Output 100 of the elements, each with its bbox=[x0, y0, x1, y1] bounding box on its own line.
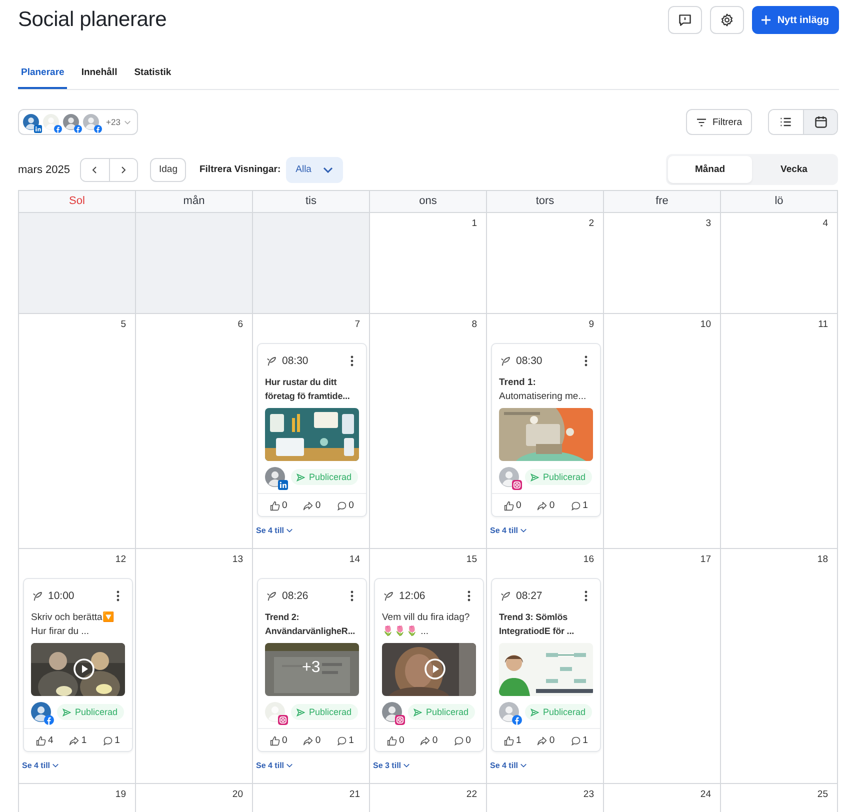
more-icon[interactable] bbox=[350, 590, 354, 602]
day-number: 3 bbox=[704, 217, 712, 231]
day-number: 17 bbox=[699, 553, 712, 567]
weekday-header: tis bbox=[253, 191, 370, 213]
filter-button[interactable]: Filtrera bbox=[686, 109, 752, 135]
see-more-link[interactable]: Se 4 till bbox=[490, 526, 528, 535]
comment-icon bbox=[336, 500, 347, 510]
day-cell[interactable]: 14 08:26 Trend 2: AnvändarvänligheR... +3 Publicerad 0 0 1 Se 4 till bbox=[253, 549, 370, 784]
play-icon[interactable] bbox=[73, 658, 95, 680]
day-cell[interactable] bbox=[136, 213, 253, 314]
chevron-right-icon bbox=[120, 166, 126, 174]
comment-count: 1 bbox=[348, 735, 354, 746]
day-cell[interactable]: 8 bbox=[370, 314, 487, 549]
more-icon[interactable] bbox=[467, 590, 471, 602]
quill-icon bbox=[500, 590, 511, 602]
day-number: 22 bbox=[465, 788, 478, 802]
see-more-link[interactable]: Se 4 till bbox=[256, 761, 294, 770]
more-icon[interactable] bbox=[350, 355, 354, 367]
day-cell[interactable]: 11 bbox=[721, 314, 838, 549]
day-cell[interactable]: 4 bbox=[721, 213, 838, 314]
day-cell[interactable]: 19 bbox=[19, 784, 136, 812]
tab[interactable]: Planerare bbox=[18, 62, 68, 89]
post-card[interactable]: 10:00 Skriv och berätta🔽 Hur firar du ... Publicerad 4 1 1 bbox=[23, 578, 133, 752]
day-cell[interactable]: 13 bbox=[136, 549, 253, 784]
today-button[interactable]: Idag bbox=[150, 158, 186, 182]
account-selector[interactable]: +23 bbox=[18, 109, 138, 135]
tab[interactable]: Statistik bbox=[131, 62, 174, 89]
day-number: 25 bbox=[816, 788, 829, 802]
more-icon[interactable] bbox=[116, 590, 120, 602]
more-icon[interactable] bbox=[584, 355, 588, 367]
day-number: 5 bbox=[120, 318, 127, 332]
avatar-icon bbox=[265, 702, 285, 722]
post-title: Skriv och berätta🔽 Hur firar du ... bbox=[30, 610, 116, 638]
month-label: mars 2025 bbox=[18, 164, 70, 176]
post-time: 08:30 bbox=[282, 355, 308, 367]
new-post-button[interactable]: Nytt inlägg bbox=[752, 6, 839, 34]
day-cell[interactable]: 1 bbox=[370, 213, 487, 314]
send-icon bbox=[296, 708, 305, 716]
day-number: 19 bbox=[114, 788, 127, 802]
post-card[interactable]: 08:27 Trend 3: Sömlös IntegratiodE för ... Publicerad 1 0 1 bbox=[491, 578, 601, 752]
weekday-header: ons bbox=[370, 191, 487, 213]
post-card[interactable]: 08:30 Trend 1: Automatisering me... Publicerad 0 0 1 bbox=[491, 343, 601, 517]
instagram-icon bbox=[278, 715, 288, 725]
day-cell[interactable]: 23 bbox=[487, 784, 604, 812]
filter-label: Filtrera Visningar: bbox=[199, 164, 281, 175]
see-more-link[interactable]: Se 4 till bbox=[256, 526, 294, 535]
day-cell[interactable]: 20 bbox=[136, 784, 253, 812]
facebook-icon bbox=[512, 715, 522, 725]
post-card[interactable]: 08:26 Trend 2: AnvändarvänligheR... +3 Publicerad 0 0 1 bbox=[257, 578, 367, 752]
like-count: 0 bbox=[282, 500, 288, 511]
post-card[interactable]: 12:06 Vem vill du fira idag? 🌷🌷🌷 ... Publicerad 0 0 0 bbox=[374, 578, 484, 752]
view-mode-tab[interactable]: Vecka bbox=[752, 156, 836, 183]
day-cell[interactable] bbox=[19, 213, 136, 314]
more-accounts-count: +23 bbox=[106, 117, 120, 127]
view-filter-select[interactable]: Alla bbox=[286, 156, 344, 182]
facebook-icon bbox=[94, 125, 102, 133]
see-more-link[interactable]: Se 4 till bbox=[22, 761, 60, 770]
calendar-view-button[interactable] bbox=[803, 110, 837, 134]
quill-icon bbox=[500, 356, 511, 366]
day-cell[interactable]: 22 bbox=[370, 784, 487, 812]
feedback-button[interactable] bbox=[668, 6, 702, 34]
comment-icon bbox=[570, 736, 581, 746]
send-icon bbox=[530, 708, 539, 716]
day-cell[interactable]: 10 bbox=[604, 314, 721, 549]
status-label: Publicerad bbox=[309, 707, 352, 717]
day-number: 1 bbox=[470, 217, 478, 231]
like-count: 0 bbox=[399, 735, 404, 746]
view-mode-tab[interactable]: Månad bbox=[668, 156, 752, 183]
post-card[interactable]: 08:30 Hur rustar du ditt företag fö framtide... Publicerad 0 0 0 bbox=[257, 343, 367, 517]
day-cell[interactable]: 21 bbox=[253, 784, 370, 812]
share-icon bbox=[420, 736, 430, 746]
more-icon[interactable] bbox=[584, 590, 588, 602]
day-cell[interactable]: 18 bbox=[721, 549, 838, 784]
share-icon bbox=[537, 736, 548, 746]
day-cell[interactable]: 24 bbox=[604, 784, 721, 812]
day-cell[interactable]: 17 bbox=[604, 549, 721, 784]
day-cell[interactable]: 15 12:06 Vem vill du fira idag? 🌷🌷🌷 ... Publicerad 0 0 0 Se 3 till bbox=[370, 549, 487, 784]
day-cell[interactable]: 6 bbox=[136, 314, 253, 549]
day-cell[interactable]: 7 08:30 Hur rustar du ditt företag fö framtide... Publicerad 0 0 0 Se 4 till bbox=[253, 314, 370, 549]
play-icon[interactable] bbox=[424, 658, 446, 680]
see-more-link[interactable]: Se 4 till bbox=[490, 761, 528, 770]
chevron-left-icon bbox=[92, 166, 98, 174]
day-cell[interactable] bbox=[253, 213, 370, 314]
see-more-link[interactable]: Se 3 till bbox=[373, 761, 410, 770]
instagram-icon bbox=[512, 480, 522, 490]
day-number: 14 bbox=[348, 553, 361, 567]
tab[interactable]: Innehåll bbox=[78, 62, 120, 89]
day-cell[interactable]: 9 08:30 Trend 1: Automatisering me... Publicerad 0 0 1 Se 4 till bbox=[487, 314, 604, 549]
day-cell[interactable]: 3 bbox=[604, 213, 721, 314]
day-cell[interactable]: 5 bbox=[19, 314, 136, 549]
quill-icon bbox=[266, 590, 277, 602]
day-cell[interactable]: 2 bbox=[487, 213, 604, 314]
day-cell[interactable]: 12 10:00 Skriv och berätta🔽 Hur firar du ... Publicerad 4 1 1 Se 4 till bbox=[19, 549, 136, 784]
calendar-icon bbox=[814, 115, 828, 129]
account-avatar-icon bbox=[83, 114, 99, 130]
day-number: 13 bbox=[231, 553, 244, 567]
settings-button[interactable] bbox=[710, 6, 744, 34]
day-cell[interactable]: 16 08:27 Trend 3: Sömlös IntegratiodE för ... Publicerad 1 0 1 Se 4 till bbox=[487, 549, 604, 784]
page-title: Social planerare bbox=[18, 8, 168, 32]
day-cell[interactable]: 25 bbox=[721, 784, 838, 812]
